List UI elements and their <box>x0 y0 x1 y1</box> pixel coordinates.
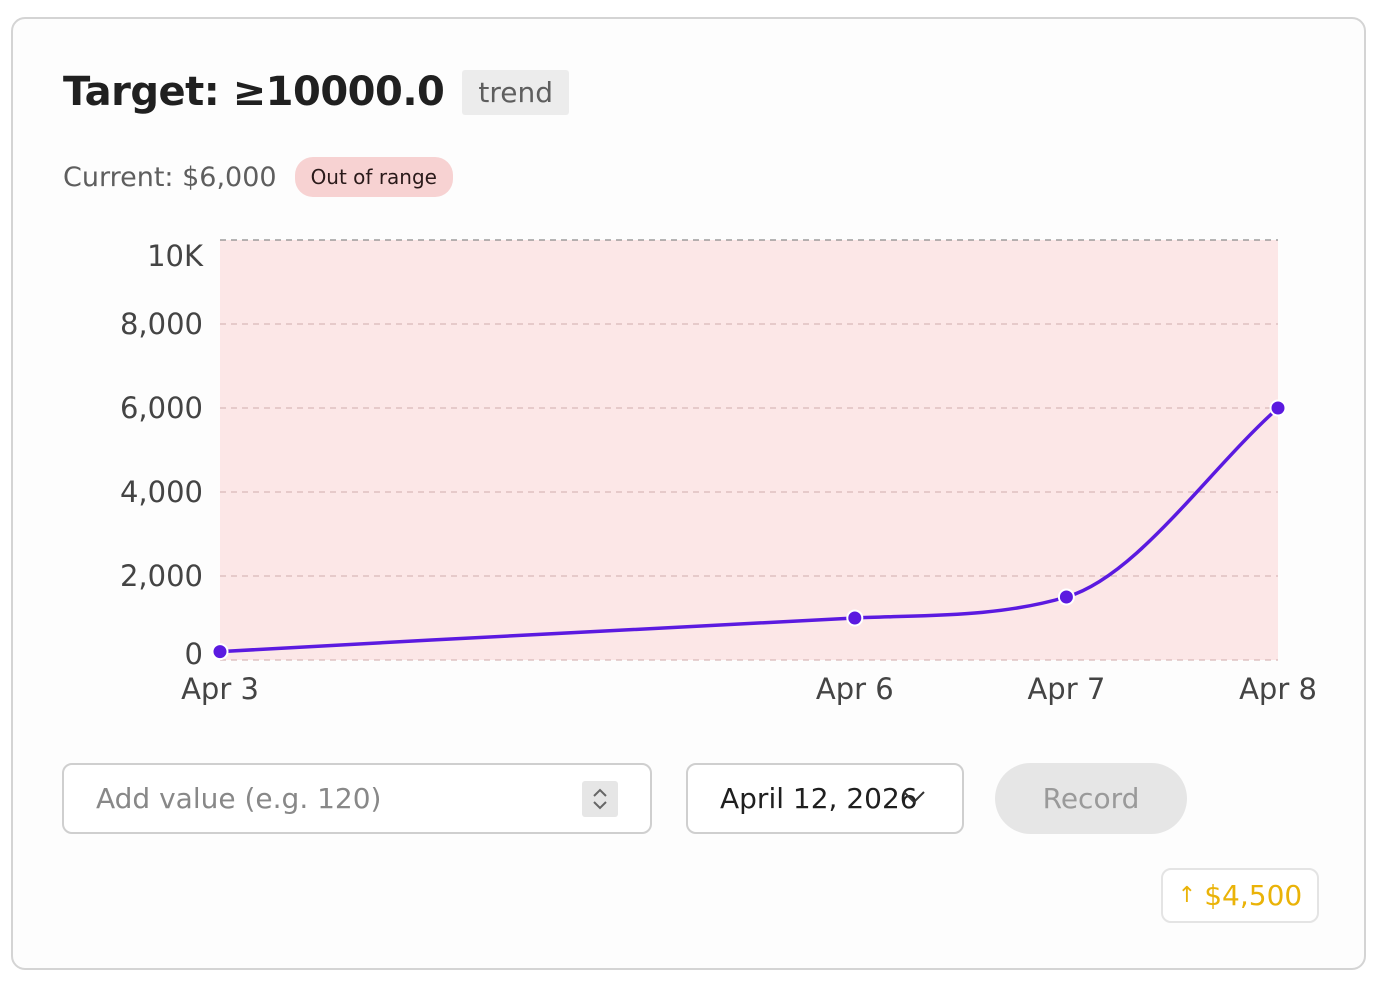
x-tick-label: Apr 7 <box>1027 672 1105 706</box>
y-tick-label: 10K <box>147 239 204 273</box>
y-tick-label: 4,000 <box>120 475 203 509</box>
data-point <box>1057 588 1075 606</box>
data-point <box>846 609 864 627</box>
x-tick-label: Apr 6 <box>816 672 894 706</box>
y-tick-label: 8,000 <box>120 307 203 341</box>
y-tick-label: 0 <box>185 637 203 671</box>
data-point <box>211 643 229 661</box>
data-point <box>1269 399 1287 417</box>
x-tick-label: Apr 3 <box>181 672 259 706</box>
y-tick-label: 2,000 <box>120 559 203 593</box>
out-of-range-band <box>220 240 1278 660</box>
y-tick-label: 6,000 <box>120 391 203 425</box>
x-tick-label: Apr 8 <box>1239 672 1317 706</box>
line-chart: 0 2,000 4,000 6,000 8,000 10K Apr 3 Apr 6 Apr 7 A… <box>120 239 1317 706</box>
